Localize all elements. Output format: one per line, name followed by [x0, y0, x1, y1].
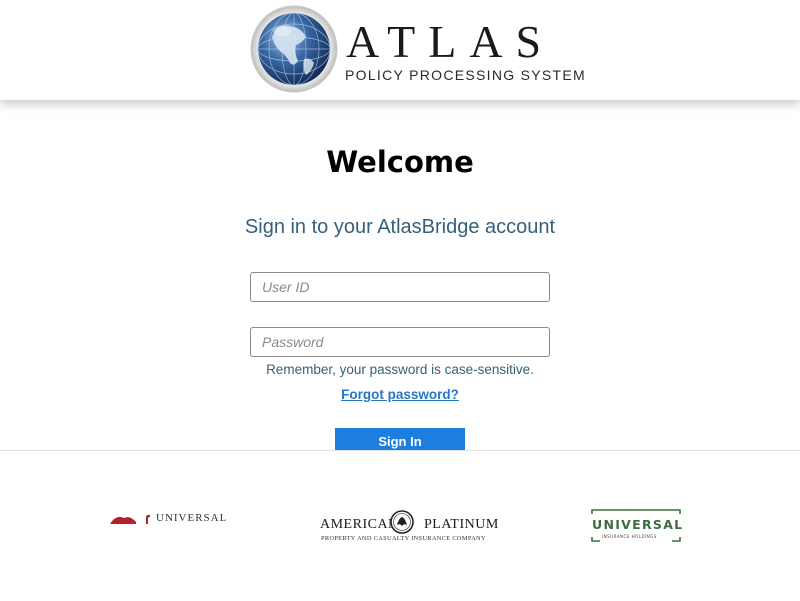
- american-wordmark: AMERICAN: [320, 517, 399, 532]
- welcome-heading: Welcome: [326, 145, 474, 179]
- eagle-seal-icon: [390, 510, 414, 534]
- platinum-wordmark: PLATINUM: [424, 517, 499, 532]
- forgot-password-row: Forgot password?: [0, 387, 800, 402]
- password-reminder: Remember, your password is case-sensitiv…: [266, 362, 534, 377]
- universal-wordmark: UNIVERSAL: [156, 512, 228, 524]
- signin-subtitle: Sign in to your AtlasBridge account: [244, 216, 556, 238]
- universal-green-wordmark: UNIVERSAL: [592, 517, 684, 532]
- sign-in-button[interactable]: Sign In: [335, 428, 465, 450]
- universal-roof-icon: [110, 514, 150, 524]
- brand-title: ATLAS: [346, 16, 555, 67]
- brand-subtitle: POLICY PROCESSING SYSTEM: [345, 67, 586, 83]
- globe-icon: [250, 5, 338, 93]
- password-input[interactable]: [250, 327, 550, 357]
- app-header: ATLAS POLICY PROCESSING SYSTEM: [0, 0, 800, 100]
- universal-logo: UNIVERSAL: [110, 510, 230, 530]
- universal-green-tagline: INSURANCE HOLDINGS: [602, 534, 657, 539]
- universal-insurance-holdings-logo: UNIVERSAL INSURANCE HOLDINGS: [590, 508, 682, 544]
- american-platinum-tagline: PROPERTY AND CASUALTY INSURANCE COMPANY: [321, 535, 486, 542]
- forgot-password-link[interactable]: Forgot password?: [341, 387, 459, 402]
- american-platinum-logo: AMERICAN PLATINUM PROPERTY AND CASUALTY …: [318, 510, 498, 546]
- user-id-input[interactable]: [250, 272, 550, 302]
